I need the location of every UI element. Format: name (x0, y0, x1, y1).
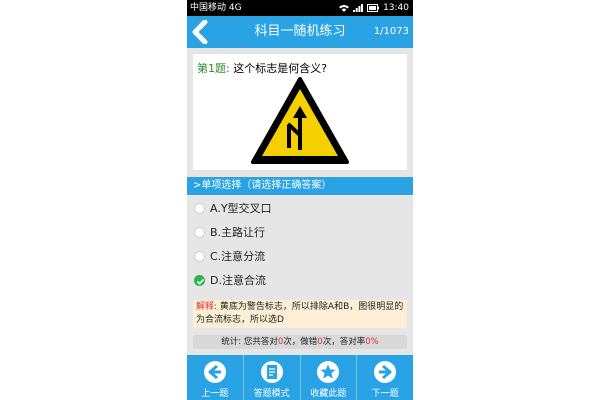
question-card: 第1题: 这个标志是何含义? (193, 54, 407, 170)
answer-options: A.Y型交叉口 B.主路让行 C.注意分流 D.注意合流 (187, 197, 413, 293)
answer-mode-button[interactable]: 答题模式 (244, 355, 301, 400)
stats-mid: 次，做错 (283, 337, 318, 347)
option-label: A.Y型交叉口 (210, 202, 272, 215)
statistics-bar: 统计: 您共答对0次，做错0次，答对率0% (193, 335, 407, 349)
status-icons: 13:40 (339, 0, 409, 16)
toolbar-label: 下一题 (371, 389, 399, 399)
wifi-icon (339, 5, 350, 12)
option-c[interactable]: C.注意分流 (187, 245, 413, 269)
merge-warning-sign-icon (251, 77, 349, 164)
radio-button[interactable] (194, 251, 205, 262)
clock: 13:40 (383, 3, 409, 13)
question-type-bar: >单项选择（请选择正确答案） (187, 177, 413, 195)
next-question-button[interactable]: 下一题 (357, 355, 413, 400)
radio-button[interactable] (194, 203, 205, 214)
explanation-text: 黄底为警告标志，所以排除A和B，图很明显的为合流标志，所以选D (196, 302, 404, 325)
option-label: C.注意分流 (210, 250, 266, 263)
checkmark-icon[interactable] (194, 275, 205, 286)
toolbar-label: 答题模式 (253, 389, 290, 399)
previous-question-button[interactable]: 上一题 (187, 355, 244, 400)
star-icon (317, 361, 340, 383)
status-bar: 中国移动 4G 13:40 (187, 0, 413, 16)
option-a[interactable]: A.Y型交叉口 (187, 197, 413, 221)
toolbar-label: 收藏此题 (310, 389, 347, 399)
carrier-label: 中国移动 4G (190, 3, 242, 13)
favorite-question-button[interactable]: 收藏此题 (301, 355, 358, 400)
document-icon (260, 361, 283, 383)
option-b[interactable]: B.主路让行 (187, 221, 413, 245)
question-counter: 1/1073 (373, 26, 409, 37)
bottom-toolbar: 上一题 答题模式 收藏此题 下一题 (187, 355, 413, 400)
option-label: B.主路让行 (210, 226, 266, 239)
phone-screen: 中国移动 4G 13:40 科目一随机练习 1/1073 第1题: 这个标志是何… (187, 0, 413, 400)
signal-icon (353, 4, 364, 12)
arrow-left-icon (203, 361, 226, 383)
explanation-box: 解释: 黄底为警告标志，所以排除A和B，图很明显的为合流标志，所以选D (193, 300, 407, 328)
question-text: 第1题: 这个标志是何含义? (197, 60, 327, 76)
stats-rate: 0% (365, 337, 379, 347)
question-body: 这个标志是何含义? (233, 62, 328, 75)
question-number: 第1题: (197, 62, 230, 75)
stats-mid: 次，答对率 (322, 337, 366, 347)
stats-prefix: 统计: 您共答对 (221, 337, 278, 347)
toolbar-label: 上一题 (201, 389, 229, 399)
option-label: D.注意合流 (210, 274, 266, 287)
explanation-label: 解释: (196, 302, 218, 312)
radio-button[interactable] (194, 227, 205, 238)
arrow-right-icon (374, 361, 397, 383)
option-d[interactable]: D.注意合流 (187, 269, 413, 293)
app-header: 科目一随机练习 1/1073 (187, 16, 413, 48)
battery-icon (367, 4, 380, 12)
